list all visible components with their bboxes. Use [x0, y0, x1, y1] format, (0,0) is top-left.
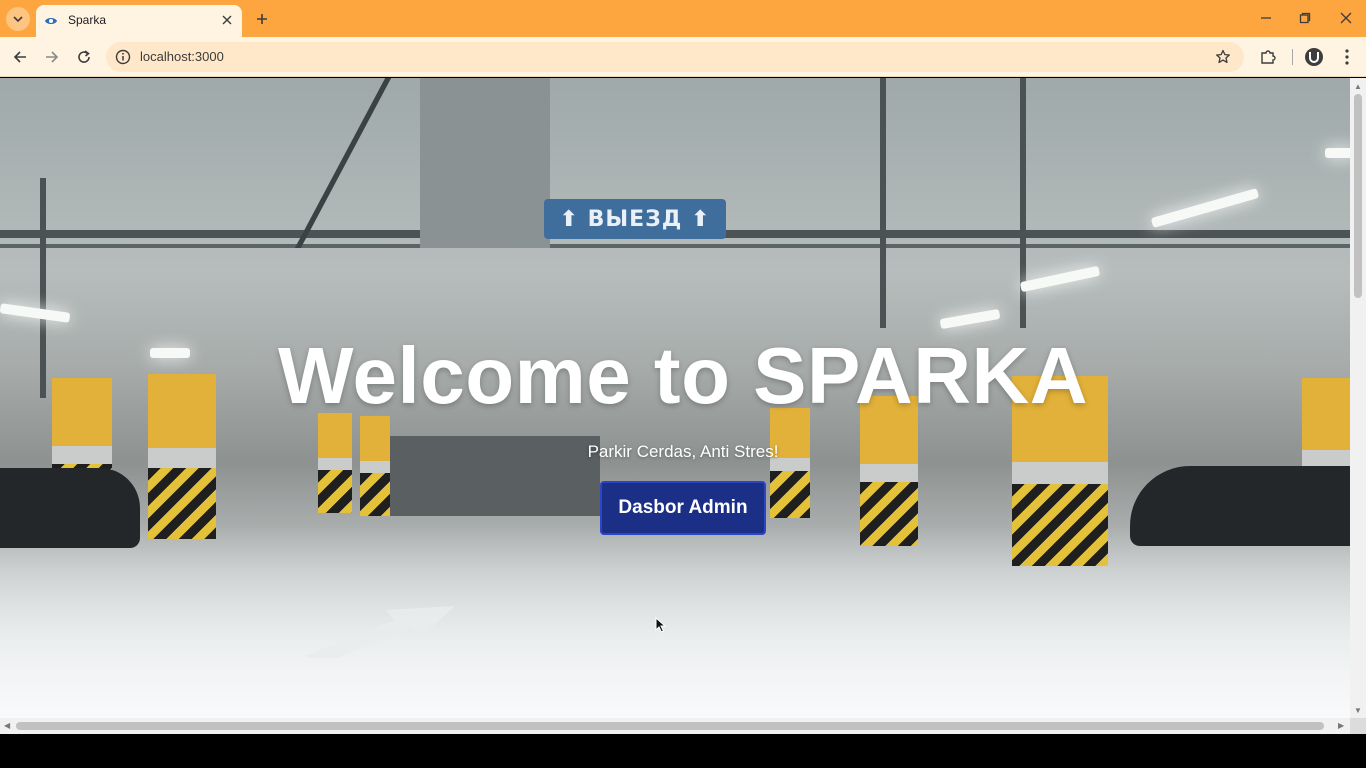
star-icon: [1216, 49, 1230, 64]
reload-button[interactable]: [71, 44, 97, 70]
hero-subtitle: Parkir Cerdas, Anti Stres!: [587, 442, 779, 461]
chevron-down-icon: [13, 16, 23, 23]
screen-bottom-edge: [0, 734, 1366, 768]
info-icon: [115, 49, 131, 65]
close-icon: [222, 15, 232, 25]
back-button[interactable]: [7, 44, 33, 70]
puzzle-icon: [1261, 50, 1276, 64]
tab-title: Sparka: [68, 13, 107, 27]
kebab-menu-icon: [1345, 49, 1349, 65]
arrow-right-icon: [46, 51, 59, 63]
hero-section: Welcome to SPARKA Parkir Cerdas, Anti St…: [0, 78, 1350, 718]
restore-icon: [1299, 12, 1311, 24]
new-tab-button[interactable]: [250, 7, 274, 31]
vertical-scroll-thumb[interactable]: [1354, 94, 1362, 298]
tab-search-button[interactable]: [6, 7, 30, 31]
site-info-button[interactable]: [112, 46, 134, 68]
minimize-icon: [1261, 17, 1271, 19]
page-viewport: ⬆ ВЫЕЗД ⬆ Welcome to SPARKA Parkir Cerda…: [0, 78, 1350, 718]
horizontal-scroll-thumb[interactable]: [16, 722, 1324, 730]
browser-toolbar: localhost:3000: [0, 37, 1366, 77]
scroll-right-arrow[interactable]: ▶: [1338, 722, 1346, 730]
arrow-left-icon: [13, 51, 26, 63]
vertical-scrollbar[interactable]: ▲ ▼: [1350, 78, 1366, 718]
minimize-button[interactable]: [1252, 4, 1280, 32]
sparka-favicon: [45, 18, 57, 24]
address-bar[interactable]: localhost:3000: [106, 42, 1244, 72]
scroll-down-arrow[interactable]: ▼: [1354, 706, 1362, 715]
admin-dashboard-button[interactable]: Dasbor Admin: [600, 481, 766, 535]
hero-title: Welcome to SPARKA: [277, 331, 1089, 420]
scroll-left-arrow[interactable]: ◀: [4, 722, 12, 730]
tab-close-button[interactable]: [218, 11, 236, 29]
maximize-button[interactable]: [1291, 4, 1319, 32]
close-icon: [1340, 12, 1352, 24]
bookmark-button[interactable]: [1212, 46, 1234, 68]
profile-icon: [1305, 48, 1323, 66]
extensions-button[interactable]: [1255, 44, 1281, 70]
horizontal-scrollbar[interactable]: ◀ ▶: [0, 718, 1350, 734]
mouse-cursor-icon: [655, 617, 667, 633]
url-text: localhost:3000: [140, 49, 224, 64]
toolbar-separator: [1292, 49, 1293, 65]
browser-menu-button[interactable]: [1334, 44, 1360, 70]
scroll-up-arrow[interactable]: ▲: [1354, 82, 1362, 91]
close-window-button[interactable]: [1332, 4, 1360, 32]
forward-button[interactable]: [39, 44, 65, 70]
reload-icon: [78, 50, 90, 63]
plus-icon: [257, 14, 267, 24]
tab-strip: Sparka: [0, 0, 1366, 37]
scrollbar-corner: [1350, 718, 1366, 734]
active-tab[interactable]: Sparka: [36, 5, 242, 37]
profile-button[interactable]: [1301, 44, 1327, 70]
